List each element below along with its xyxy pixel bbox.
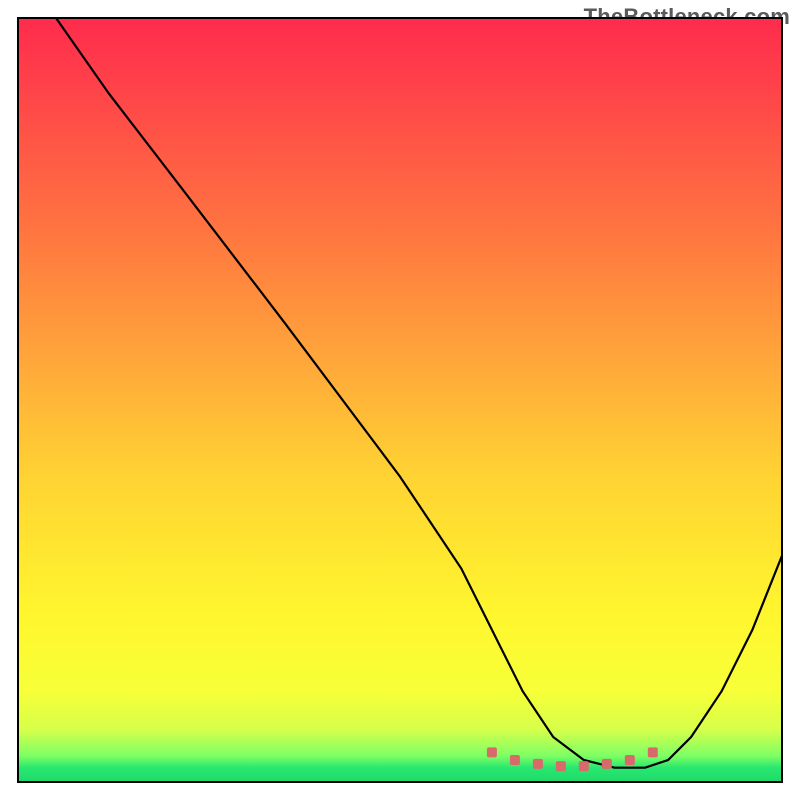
bottleneck-curve-path bbox=[55, 17, 783, 768]
valley-dot bbox=[625, 755, 635, 765]
valley-dot bbox=[579, 761, 589, 771]
chart-stage: TheBottleneck.com bbox=[0, 0, 800, 800]
valley-dot bbox=[556, 761, 566, 771]
valley-dot bbox=[510, 755, 520, 765]
valley-dot bbox=[648, 747, 658, 757]
curve-layer bbox=[17, 17, 783, 783]
valley-dot bbox=[487, 747, 497, 757]
valley-dot bbox=[602, 759, 612, 769]
valley-dot bbox=[533, 759, 543, 769]
plot-area bbox=[17, 17, 783, 783]
